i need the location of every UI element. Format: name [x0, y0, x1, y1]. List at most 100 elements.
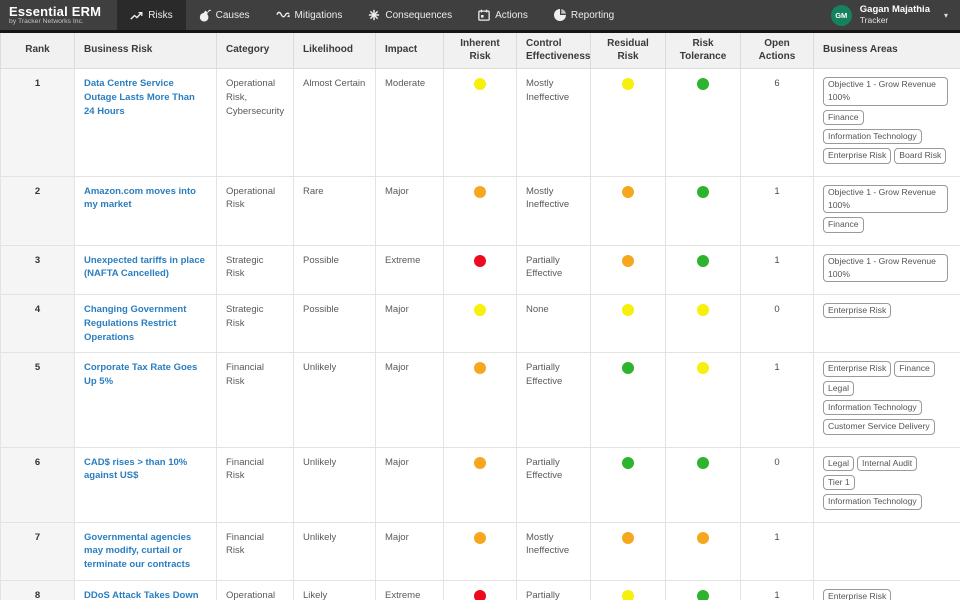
risk-name-link[interactable]: CAD$ rises > than 10% against US$ [84, 457, 187, 482]
inherent-risk-cell [443, 68, 517, 177]
business-risk-cell: Corporate Tax Rate Goes Up 5% [74, 352, 217, 448]
risk-name-link[interactable]: Amazon.com moves into my market [84, 186, 196, 211]
residual-risk-indicator-yellow [622, 589, 634, 600]
residual-risk-indicator-green [622, 362, 634, 375]
column-header-inherent-risk[interactable]: Inherent Risk [443, 33, 517, 69]
risk-name-link[interactable]: DDoS Attack Takes Down Production System [84, 590, 199, 600]
nav-item-actions[interactable]: Actions [465, 0, 541, 30]
open-actions-cell: 1 [740, 521, 814, 581]
nav-item-label: Actions [495, 9, 528, 21]
likelihood-cell: Possible [293, 244, 376, 296]
app-logo[interactable]: Essential ERM by Tracker Networks Inc. [0, 3, 117, 28]
inherent-risk-cell [443, 521, 517, 581]
impact-cell: Major [375, 352, 444, 448]
business-area-tag[interactable]: Finance [823, 217, 864, 233]
top-navbar: Essential ERM by Tracker Networks Inc. R… [0, 0, 960, 30]
column-header-residual-risk[interactable]: Residual Risk [590, 33, 666, 69]
likelihood-cell: Possible [293, 294, 376, 354]
residual-risk-cell [590, 579, 666, 600]
inherent-risk-indicator-orange [474, 456, 486, 469]
business-area-tag[interactable]: Board Risk [894, 148, 947, 164]
business-area-tag[interactable]: Customer Service Delivery [823, 419, 935, 435]
business-area-tag[interactable]: Objective 1 - Grow Revenue 100% [823, 184, 948, 214]
rank-cell: 8 [0, 579, 75, 600]
category-cell: Operational Risk [216, 175, 294, 246]
control-effectiveness-cell: None [516, 294, 591, 354]
column-header-business-risk[interactable]: Business Risk [74, 33, 217, 69]
open-actions-cell: 6 [740, 68, 814, 177]
risk-tolerance-indicator-yellow [697, 362, 709, 375]
user-menu[interactable]: GM Gagan Majathia Tracker ▾ [830, 4, 960, 26]
column-header-likelihood[interactable]: Likelihood [293, 33, 376, 69]
column-header-control-effectiveness[interactable]: Control Effectiveness [516, 33, 591, 69]
open-actions-cell: 1 [740, 352, 814, 448]
column-header-rank[interactable]: Rank [0, 33, 75, 69]
residual-risk-cell [590, 446, 666, 523]
residual-risk-cell [590, 68, 666, 177]
risk-tolerance-cell [665, 244, 741, 296]
wave-icon [275, 10, 290, 20]
inherent-risk-cell [443, 446, 517, 523]
nav-item-causes[interactable]: Causes [186, 0, 263, 30]
business-area-tag[interactable]: Enterprise Risk [823, 303, 892, 319]
business-risk-cell: Governmental agencies may modify, curtai… [74, 521, 217, 581]
business-area-tag[interactable]: Finance [894, 361, 935, 377]
open-actions-cell: 1 [740, 579, 814, 600]
business-area-tag[interactable]: Internal Audit [857, 455, 918, 471]
table-header-row: Rank Business Risk Category Likelihood Impac… [0, 33, 960, 69]
table-row: 4 Changing Government Regulations Restric… [0, 294, 960, 354]
risk-tolerance-cell [665, 521, 741, 581]
business-risk-cell: CAD$ rises > than 10% against US$ [74, 446, 217, 523]
open-actions-cell: 0 [740, 294, 814, 354]
nav-item-mitigations[interactable]: Mitigations [263, 0, 356, 30]
control-effectiveness-cell: Partially Effective [516, 352, 591, 448]
rank-cell: 6 [0, 446, 75, 523]
rank-cell: 2 [0, 175, 75, 246]
business-area-tag[interactable]: Objective 1 - Grow Revenue 100% [823, 253, 948, 283]
nav-item-reporting[interactable]: Reporting [541, 0, 627, 30]
app-subtitle: by Tracker Networks Inc. [9, 17, 84, 25]
business-area-tag[interactable]: Information Technology [823, 400, 922, 416]
risk-tolerance-indicator-orange [697, 531, 709, 544]
nav-item-label: Mitigations [294, 9, 343, 21]
business-area-tag[interactable]: Legal [823, 455, 855, 471]
nav-item-risks[interactable]: Risks [117, 0, 186, 30]
pie-icon [553, 9, 566, 21]
column-header-risk-tolerance[interactable]: Risk Tolerance [665, 33, 741, 69]
inherent-risk-indicator-orange [474, 362, 486, 375]
business-area-tag[interactable]: Enterprise Risk [823, 588, 892, 600]
business-area-tag[interactable]: Enterprise Risk [823, 148, 892, 164]
app-title: Essential ERM [9, 3, 102, 19]
column-header-business-areas[interactable]: Business Areas [813, 33, 960, 69]
business-area-tag[interactable]: Enterprise Risk [823, 361, 892, 377]
business-area-tag[interactable]: Finance [823, 109, 864, 125]
inherent-risk-indicator-red [474, 254, 486, 267]
risk-name-link[interactable]: Unexpected tariffs in place (NAFTA Cance… [84, 255, 205, 280]
category-cell: Financial Risk [216, 521, 294, 581]
business-area-tag[interactable]: Information Technology [823, 494, 922, 510]
nav-item-consequences[interactable]: Consequences [355, 0, 465, 30]
risk-name-link[interactable]: Changing Government Regulations Restrict… [84, 304, 186, 343]
business-area-tag[interactable]: Tier 1 [823, 474, 855, 491]
column-header-open-actions[interactable]: Open Actions [740, 33, 814, 69]
inherent-risk-indicator-orange [474, 531, 486, 544]
risk-tolerance-cell [665, 68, 741, 177]
risk-name-link[interactable]: Governmental agencies may modify, curtai… [84, 532, 191, 571]
business-area-tag[interactable]: Information Technology [823, 128, 922, 145]
business-risk-cell: Changing Government Regulations Restrict… [74, 294, 217, 354]
column-header-category[interactable]: Category [216, 33, 294, 69]
category-cell: Strategic Risk [216, 294, 294, 354]
likelihood-cell: Almost Certain [293, 68, 376, 177]
business-areas-cell: Objective 1 - Grow Revenue 100% [813, 244, 960, 296]
risk-name-link[interactable]: Corporate Tax Rate Goes Up 5% [84, 362, 197, 387]
residual-risk-indicator-yellow [622, 304, 634, 317]
impact-cell: Major [375, 294, 444, 354]
user-org: Tracker [859, 15, 889, 26]
risk-name-link[interactable]: Data Centre Service Outage Lasts More Th… [84, 78, 195, 117]
inherent-risk-cell [443, 244, 517, 296]
risk-tolerance-cell [665, 175, 741, 246]
business-area-tag[interactable]: Objective 1 - Grow Revenue 100% [823, 77, 948, 106]
column-header-impact[interactable]: Impact [375, 33, 444, 69]
business-area-tag[interactable]: Legal [823, 380, 855, 397]
table-row: 3 Unexpected tariffs in place (NAFTA Canc… [0, 244, 960, 296]
